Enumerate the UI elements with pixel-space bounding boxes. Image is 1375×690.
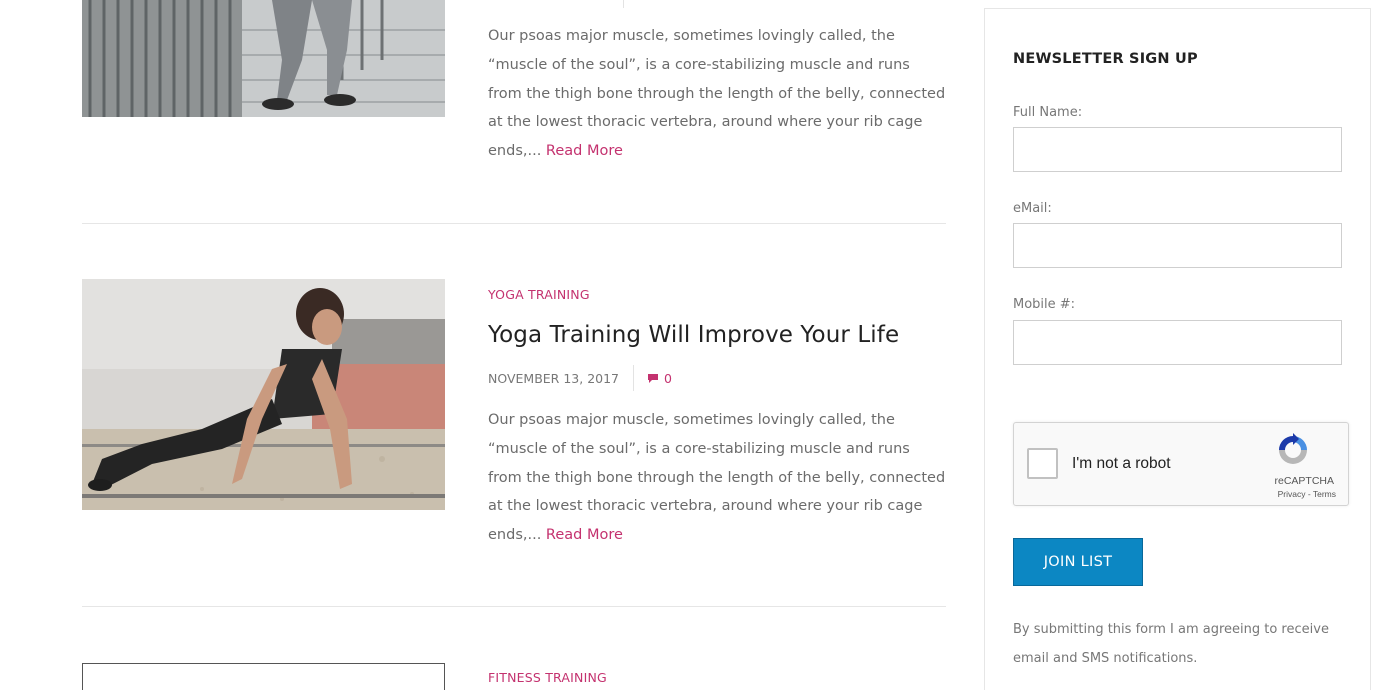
- post-1-photo: [82, 0, 445, 117]
- newsletter-title: NEWSLETTER SIGN UP: [1013, 51, 1198, 67]
- post-2-meta: NOVEMBER 13, 2017 0: [488, 365, 672, 391]
- post-3-image[interactable]: [82, 663, 445, 690]
- newsletter-disclaimer: By submitting this form I am agreeing to…: [1013, 622, 1329, 666]
- post-2-image[interactable]: [82, 279, 445, 510]
- post-2-comment-count: 0: [664, 370, 672, 386]
- post-3-category-link[interactable]: FITNESS TRAINING: [488, 670, 607, 685]
- recaptcha-privacy-terms-links[interactable]: Privacy - Terms: [1278, 489, 1336, 499]
- post-2-excerpt-block: Our psoas major muscle, sometimes loving…: [488, 406, 948, 550]
- post-1-excerpt: Our psoas major muscle, sometimes loving…: [488, 28, 946, 160]
- post-2-read-more-link[interactable]: Read More: [546, 527, 623, 543]
- mobile-label: Mobile #:: [1013, 297, 1076, 312]
- post-1-image[interactable]: [82, 0, 445, 117]
- post-divider: [82, 606, 946, 607]
- full-name-input[interactable]: [1013, 127, 1342, 172]
- post-2-date: NOVEMBER 13, 2017: [488, 370, 619, 386]
- comment-icon: [648, 373, 658, 383]
- post-2-photo: [82, 279, 445, 510]
- recaptcha-checkbox[interactable]: [1027, 448, 1058, 479]
- email-label: eMail:: [1013, 201, 1052, 216]
- post-2-title-link[interactable]: Yoga Training Will Improve Your Life: [488, 322, 899, 348]
- post-1-excerpt-block: Our psoas major muscle, sometimes loving…: [488, 22, 948, 166]
- email-input[interactable]: [1013, 223, 1342, 268]
- recaptcha-label: I'm not a robot: [1072, 455, 1171, 472]
- recaptcha-brand: reCAPTCHA: [1274, 475, 1334, 487]
- join-list-button[interactable]: JOIN LIST: [1013, 538, 1143, 586]
- post-2-excerpt: Our psoas major muscle, sometimes loving…: [488, 412, 946, 544]
- recaptcha-logo-icon: [1279, 433, 1307, 464]
- post-2-comments-link[interactable]: 0: [648, 371, 672, 386]
- newsletter-widget: NEWSLETTER SIGN UP Full Name: eMail: Mob…: [984, 8, 1371, 690]
- mobile-input[interactable]: [1013, 320, 1342, 365]
- post-1-meta-separator: [623, 0, 624, 8]
- post-1-read-more-link[interactable]: Read More: [546, 143, 623, 159]
- meta-separator: [633, 365, 634, 391]
- recaptcha-widget: I'm not a robot reCAPTCHA Privacy - Term…: [1013, 422, 1349, 506]
- post-divider: [82, 223, 946, 224]
- post-2-category-link[interactable]: YOGA TRAINING: [488, 287, 590, 302]
- full-name-label: Full Name:: [1013, 105, 1083, 120]
